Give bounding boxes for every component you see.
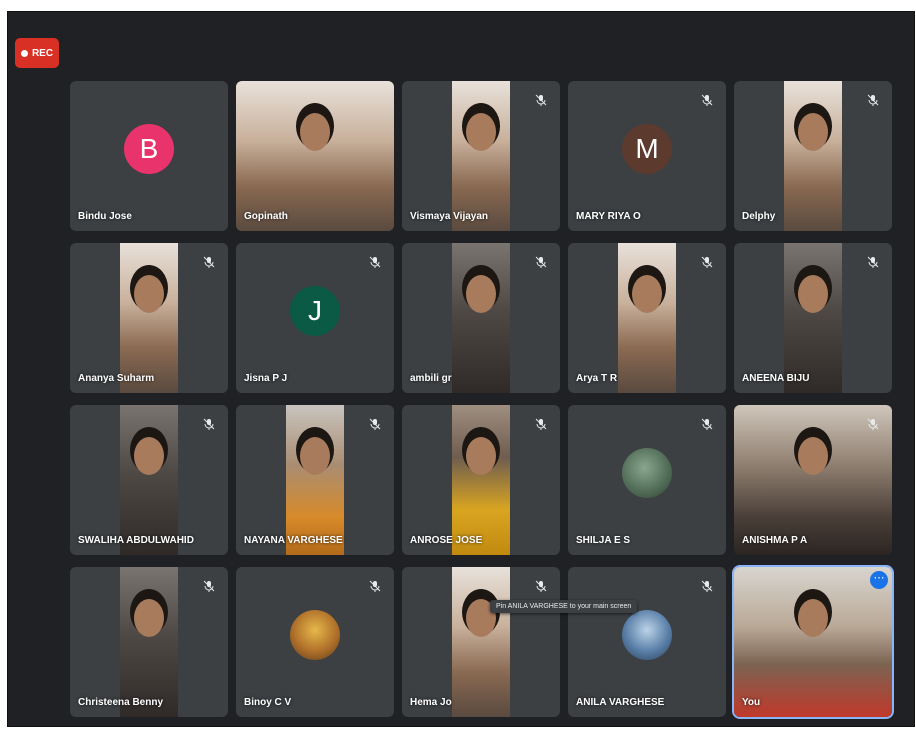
- avatar: B: [124, 123, 174, 174]
- participant-name: SHILJA E S: [576, 535, 631, 546]
- mic-muted-icon: [532, 415, 550, 433]
- participant-name: Vismaya Vijayan: [410, 211, 489, 222]
- self-video: [734, 567, 892, 717]
- recording-label: REC: [31, 47, 54, 59]
- participant-name: Bindu Jose: [78, 211, 132, 222]
- avatar: M: [622, 123, 672, 174]
- participant-face: [632, 275, 662, 313]
- participant-video: [452, 243, 510, 393]
- participant-name: Ananya Suharm: [78, 373, 155, 384]
- participant-name: Arya T R: [576, 373, 618, 384]
- participant-face: [466, 437, 496, 475]
- participant-tile[interactable]: J Jisna P J: [236, 243, 394, 393]
- mic-muted-icon: [366, 577, 384, 595]
- participant-name: NAYANA VARGHESE: [244, 535, 343, 546]
- participant-name: Gopinath: [244, 211, 288, 222]
- participant-face: [466, 113, 496, 151]
- participant-name: Binoy C V: [244, 697, 292, 708]
- mic-muted-icon: [532, 253, 550, 271]
- mic-muted-icon: [366, 253, 384, 271]
- participant-name: ANILA VARGHESE: [576, 697, 665, 708]
- participant-tile[interactable]: ANILA VARGHESE: [568, 567, 726, 717]
- participant-tile[interactable]: B Bindu Jose: [70, 81, 228, 231]
- participant-tile[interactable]: Vismaya Vijayan: [402, 81, 560, 231]
- recording-badge: REC: [15, 38, 59, 68]
- participant-tile[interactable]: Binoy C V: [236, 567, 394, 717]
- mic-muted-icon: [200, 253, 218, 271]
- avatar-image: [622, 447, 672, 498]
- participant-video: [120, 243, 178, 393]
- participant-face: [134, 275, 164, 313]
- mic-muted-icon: [200, 415, 218, 433]
- mic-muted-icon: [698, 415, 716, 433]
- participant-video: [120, 567, 178, 717]
- participant-name: Christeena Benny: [78, 697, 164, 708]
- mic-muted-icon: [366, 415, 384, 433]
- participant-tile[interactable]: Ananya Suharm: [70, 243, 228, 393]
- participant-tile[interactable]: ANISHMA P A: [734, 405, 892, 555]
- avatar: J: [290, 285, 340, 336]
- participant-face: [134, 599, 164, 637]
- mic-muted-icon: [864, 253, 882, 271]
- mic-muted-icon: [698, 91, 716, 109]
- mic-muted-icon: [864, 415, 882, 433]
- avatar-image: [622, 609, 672, 660]
- participant-name: Delphy: [742, 211, 776, 222]
- participant-tile[interactable]: ambili gr: [402, 243, 560, 393]
- participant-face: [466, 275, 496, 313]
- mic-muted-icon: [200, 577, 218, 595]
- participant-tile[interactable]: SHILJA E S: [568, 405, 726, 555]
- participant-tile[interactable]: Christeena Benny: [70, 567, 228, 717]
- participant-video: [784, 243, 842, 393]
- mic-muted-icon: [698, 577, 716, 595]
- participant-tile[interactable]: ANEENA BIJU: [734, 243, 892, 393]
- participant-video: [452, 81, 510, 231]
- participant-tile[interactable]: Arya T R: [568, 243, 726, 393]
- participant-video: [452, 405, 510, 555]
- pin-tooltip: Pin ANILA VARGHESE to your main screen: [490, 600, 638, 613]
- record-dot-icon: [20, 49, 28, 57]
- participant-face: [134, 437, 164, 475]
- participant-name: ambili gr: [410, 373, 452, 384]
- mic-muted-icon: [864, 91, 882, 109]
- participant-tile[interactable]: Gopinath: [236, 81, 394, 231]
- participant-name: ANISHMA P A: [742, 535, 808, 546]
- mic-muted-icon: [698, 253, 716, 271]
- mic-muted-icon: [532, 91, 550, 109]
- participant-tile[interactable]: Delphy: [734, 81, 892, 231]
- avatar-image: [290, 609, 340, 660]
- participant-name: MARY RIYA O: [576, 211, 641, 222]
- self-view-tile[interactable]: ⋯ You: [732, 565, 894, 719]
- participant-video: [120, 405, 178, 555]
- participant-video: [452, 567, 510, 717]
- participant-name: Jisna P J: [244, 373, 288, 384]
- participant-tile[interactable]: SWALIHA ABDULWAHID: [70, 405, 228, 555]
- participant-grid: B Bindu Jose Gopinath Vismaya Vijayan M …: [70, 81, 894, 719]
- participant-face: [798, 437, 828, 475]
- mic-muted-icon: [532, 577, 550, 595]
- participant-face: [300, 113, 330, 151]
- more-options-icon[interactable]: ⋯: [870, 571, 888, 589]
- participant-video: [286, 405, 344, 555]
- participant-name: Hema Jo: [410, 697, 452, 708]
- participant-face: [798, 599, 828, 637]
- participant-face: [300, 437, 330, 475]
- participant-face: [798, 275, 828, 313]
- participant-name: ANROSE JOSE: [410, 535, 483, 546]
- participant-video: [618, 243, 676, 393]
- participant-tile[interactable]: NAYANA VARGHESE: [236, 405, 394, 555]
- participant-tile[interactable]: M MARY RIYA O: [568, 81, 726, 231]
- participant-tile[interactable]: Hema Jo: [402, 567, 560, 717]
- participant-video: [784, 81, 842, 231]
- participant-name: SWALIHA ABDULWAHID: [78, 535, 194, 546]
- participant-tile[interactable]: ANROSE JOSE: [402, 405, 560, 555]
- participant-name: ANEENA BIJU: [742, 373, 810, 384]
- participant-name: You: [742, 697, 761, 708]
- participant-video: [236, 81, 394, 231]
- participant-face: [798, 113, 828, 151]
